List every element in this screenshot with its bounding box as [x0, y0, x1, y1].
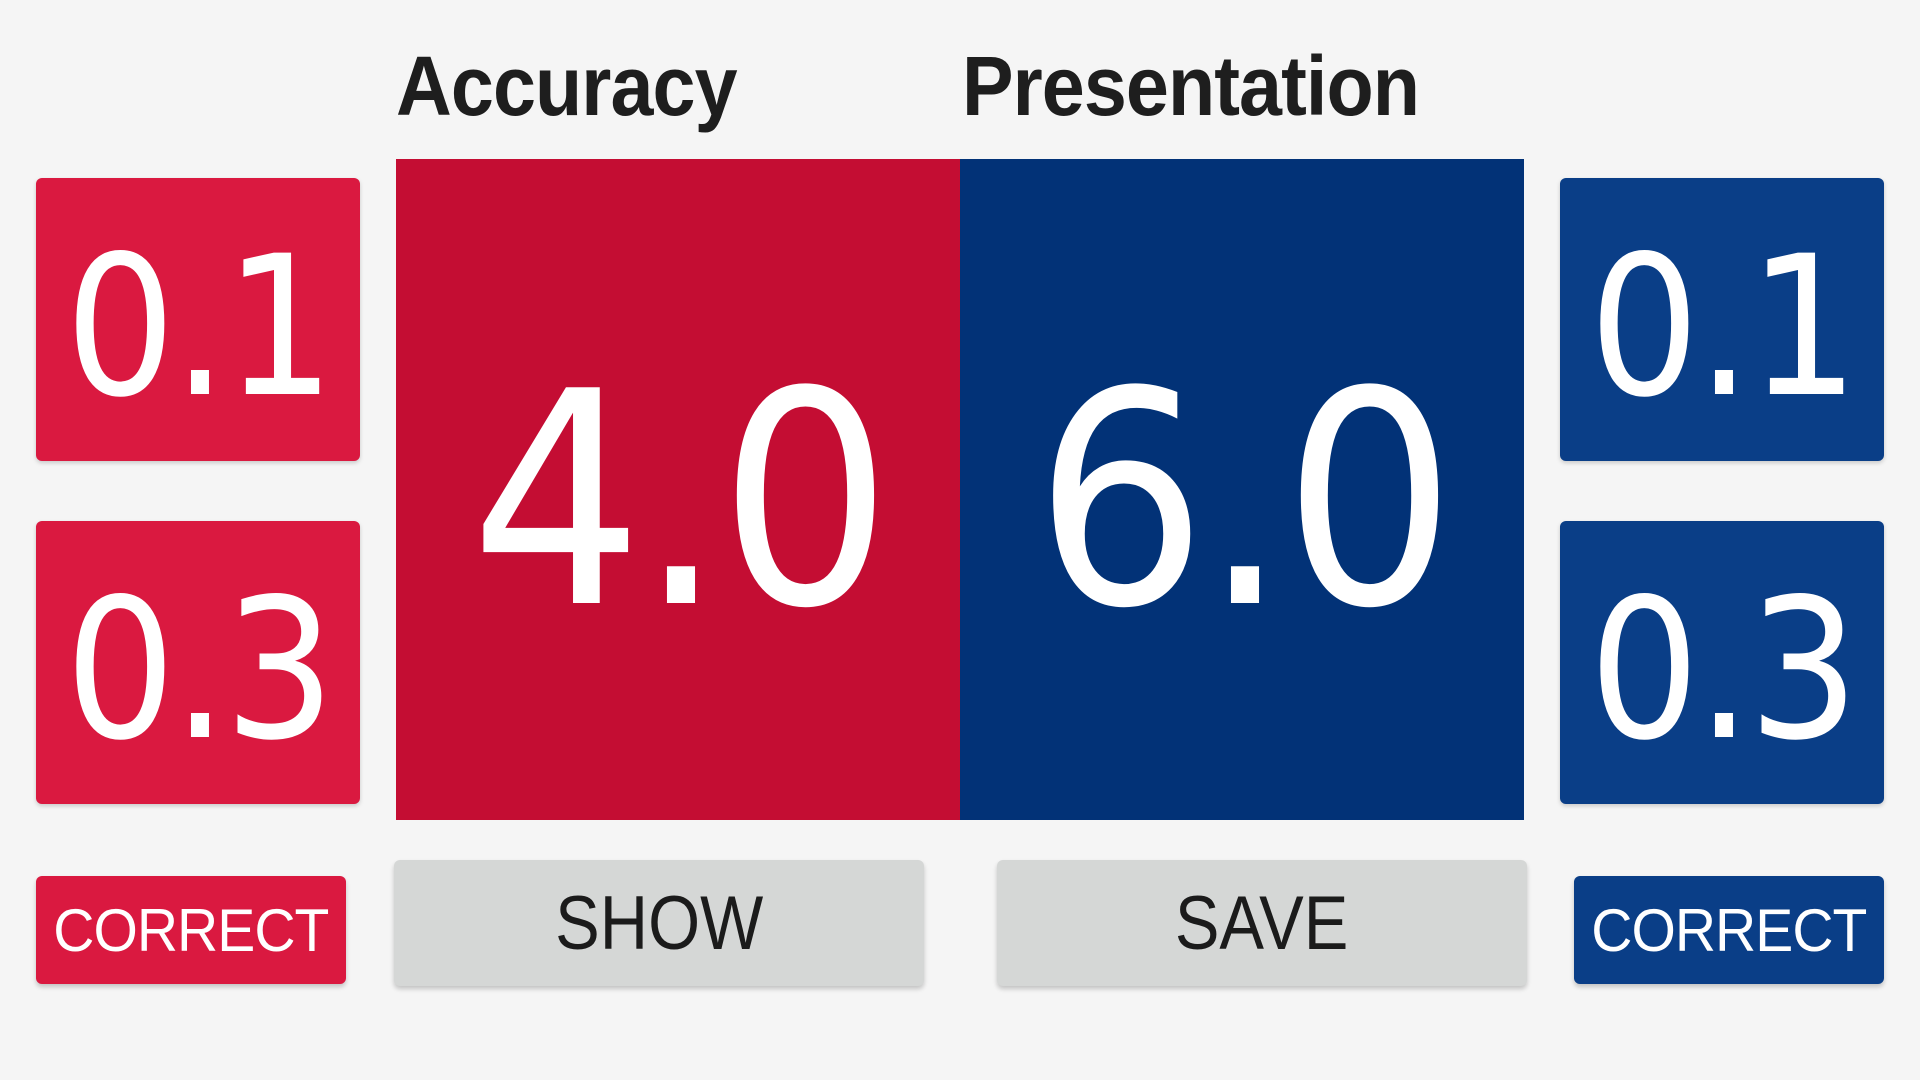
accuracy-heading: Accuracy: [396, 39, 738, 133]
save-button[interactable]: SAVE: [997, 860, 1527, 986]
deduction-value: 0.1: [1588, 213, 1859, 440]
save-label: SAVE: [1175, 880, 1349, 966]
deduction-value: 0.1: [64, 213, 335, 440]
accuracy-deduction-0-1-button[interactable]: 0.1: [36, 178, 360, 461]
presentation-correct-button[interactable]: CORRECT: [1574, 876, 1884, 984]
show-label: SHOW: [554, 880, 764, 966]
presentation-deduction-0-3-button[interactable]: 0.3: [1560, 521, 1884, 804]
presentation-score-panel: 6.0: [960, 159, 1524, 820]
presentation-score: 6.0: [1033, 327, 1456, 673]
accuracy-deduction-0-3-button[interactable]: 0.3: [36, 521, 360, 804]
show-button[interactable]: SHOW: [394, 860, 924, 986]
correct-label: CORRECT: [1591, 896, 1867, 964]
accuracy-score: 4.0: [469, 327, 892, 673]
accuracy-score-panel: 4.0: [396, 159, 960, 820]
presentation-heading: Presentation: [962, 39, 1420, 133]
presentation-deduction-0-1-button[interactable]: 0.1: [1560, 178, 1884, 461]
accuracy-correct-button[interactable]: CORRECT: [36, 876, 346, 984]
correct-label: CORRECT: [53, 896, 329, 964]
deduction-value: 0.3: [64, 556, 335, 783]
deduction-value: 0.3: [1588, 556, 1859, 783]
